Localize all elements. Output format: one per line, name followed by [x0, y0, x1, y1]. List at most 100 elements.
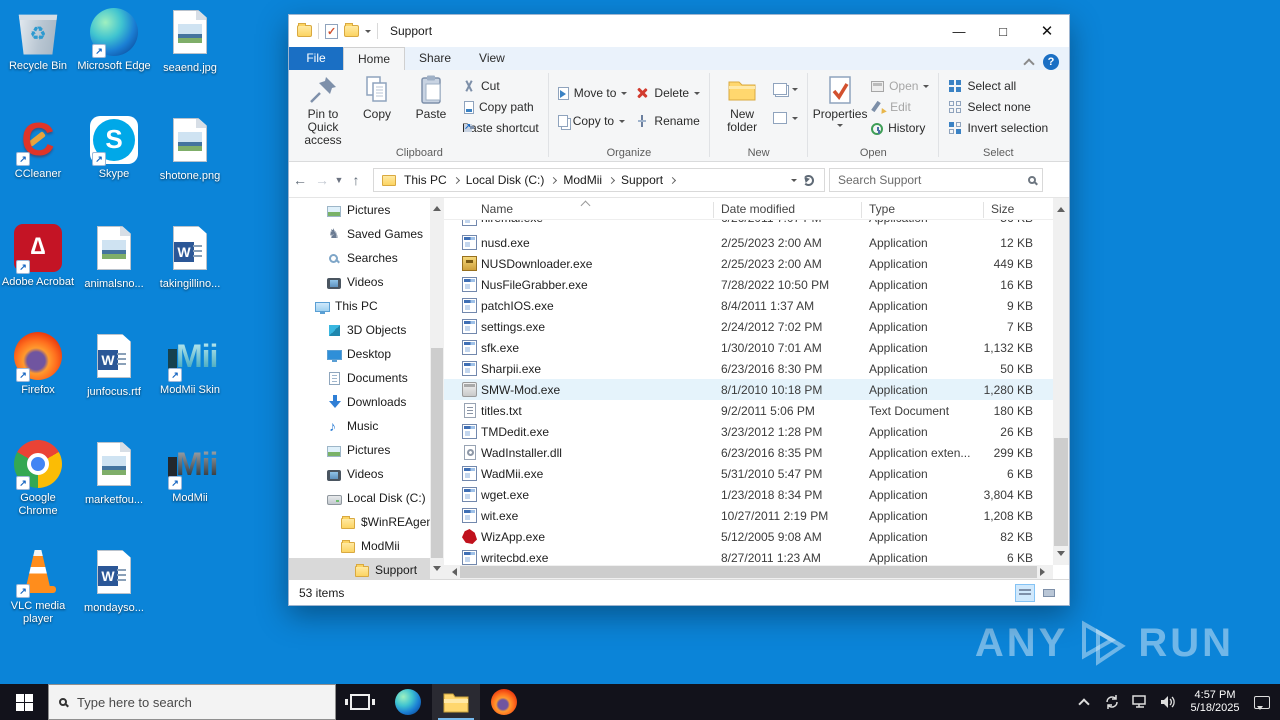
back-button[interactable]: ←: [289, 172, 311, 188]
desktop-icon[interactable]: marketfou...: [76, 436, 152, 544]
table-row[interactable]: SMW-Mod.exe 8/1/2010 10:18 PM Applicatio…: [444, 379, 1053, 400]
table-row[interactable]: hiremal.exe 6/26/2011 7:07 PM Applicatio…: [444, 220, 1053, 232]
tab-home[interactable]: Home: [343, 47, 406, 70]
table-row[interactable]: settings.exe 2/24/2012 7:02 PM Applicati…: [444, 316, 1053, 337]
copy-to-button[interactable]: Copy to: [554, 111, 632, 131]
breadcrumb-item[interactable]: Local Disk (C:): [462, 173, 549, 187]
nav-scrollbar-thumb[interactable]: [431, 348, 443, 558]
rename-button[interactable]: Rename: [631, 111, 704, 131]
desktop-icon[interactable]: takingillino...: [152, 220, 228, 328]
column-header-date-modified[interactable]: Date modified: [721, 202, 795, 216]
open-button[interactable]: Open: [867, 76, 933, 96]
file-list-horizontal-scrollbar[interactable]: [444, 565, 1053, 579]
column-header-type[interactable]: Type: [869, 202, 895, 216]
move-to-button[interactable]: Move to: [554, 83, 632, 103]
column-divider[interactable]: [983, 202, 984, 218]
refresh-icon[interactable]: [803, 174, 814, 186]
tray-expand-button[interactable]: [1072, 684, 1096, 720]
recent-locations-chevron-icon[interactable]: ▼: [333, 175, 345, 185]
nav-item[interactable]: Searches: [289, 246, 430, 270]
nav-item[interactable]: Videos: [289, 270, 430, 294]
column-divider[interactable]: [861, 202, 862, 218]
table-row[interactable]: wget.exe 1/23/2018 8:34 PM Application 3…: [444, 484, 1053, 505]
copy-path-button[interactable]: Copy path: [458, 97, 543, 117]
desktop-icon[interactable]: Google Chrome: [0, 436, 76, 544]
details-view-button[interactable]: [1015, 583, 1035, 602]
history-button[interactable]: History: [867, 118, 933, 138]
desktop-icon[interactable]: Adobe Acrobat: [0, 220, 76, 328]
nav-item[interactable]: Downloads: [289, 390, 430, 414]
nav-item[interactable]: $WinREAgent: [289, 510, 430, 534]
nav-item[interactable]: Saved Games: [289, 222, 430, 246]
file-list-vertical-scrollbar[interactable]: [1053, 198, 1069, 565]
search-box[interactable]: [829, 168, 1043, 192]
new-item-button[interactable]: [769, 79, 802, 99]
select-all-button[interactable]: Select all: [944, 76, 1052, 96]
nav-item[interactable]: ModMii: [289, 534, 430, 558]
desktop-icon[interactable]: shotone.png: [152, 112, 228, 220]
up-button[interactable]: ↑: [345, 172, 367, 188]
h-scrollbar-thumb[interactable]: [460, 566, 1037, 578]
delete-button[interactable]: Delete: [631, 83, 704, 103]
minimize-button[interactable]: —: [937, 15, 981, 47]
nav-item[interactable]: Videos: [289, 462, 430, 486]
nav-item[interactable]: Support: [289, 558, 430, 579]
paste-shortcut-button[interactable]: Paste shortcut: [458, 118, 543, 138]
desktop-icon[interactable]: Firefox: [0, 328, 76, 436]
tray-sync-button[interactable]: [1100, 684, 1124, 720]
table-row[interactable]: titles.txt 9/2/2011 5:06 PM Text Documen…: [444, 400, 1053, 421]
copy-button[interactable]: Copy: [350, 71, 404, 145]
task-view-button[interactable]: [336, 684, 384, 720]
desktop-icon[interactable]: Skype: [76, 112, 152, 220]
paste-button[interactable]: Paste: [404, 71, 458, 145]
new-folder-button[interactable]: New folder: [715, 71, 769, 145]
close-button[interactable]: ✕: [1025, 15, 1069, 47]
nav-item[interactable]: Pictures: [289, 198, 430, 222]
tab-file[interactable]: File: [289, 47, 343, 70]
table-row[interactable]: WizApp.exe 5/12/2005 9:08 AM Application…: [444, 526, 1053, 547]
desktop-icon[interactable]: animalsno...: [76, 220, 152, 328]
desktop-icon[interactable]: CCleaner: [0, 112, 76, 220]
select-none-button[interactable]: Select none: [944, 97, 1052, 117]
breadcrumb-item[interactable]: This PC: [400, 173, 451, 187]
table-row[interactable]: nusd.exe 2/25/2023 2:00 AM Application 1…: [444, 232, 1053, 253]
search-input[interactable]: [836, 172, 1028, 188]
table-row[interactable]: WadInstaller.dll 6/23/2016 8:35 PM Appli…: [444, 442, 1053, 463]
action-center-button[interactable]: [1250, 684, 1274, 720]
table-row[interactable]: sfk.exe 1/30/2010 7:01 AM Application 1,…: [444, 337, 1053, 358]
tab-share[interactable]: Share: [405, 47, 465, 70]
forward-button[interactable]: →: [311, 172, 333, 188]
taskbar-explorer-button[interactable]: [432, 684, 480, 720]
nav-item[interactable]: Local Disk (C:): [289, 486, 430, 510]
pin-to-quick-access-button[interactable]: Pin to Quick access: [296, 71, 350, 147]
scroll-up-icon[interactable]: [433, 202, 441, 211]
maximize-button[interactable]: □: [981, 15, 1025, 47]
network-button[interactable]: [1128, 684, 1152, 720]
desktop-icon[interactable]: mondayso...: [76, 544, 152, 652]
table-row[interactable]: NUSDownloader.exe 2/25/2023 2:00 AM Appl…: [444, 253, 1053, 274]
table-row[interactable]: TMDedit.exe 3/23/2012 1:28 PM Applicatio…: [444, 421, 1053, 442]
help-icon[interactable]: [1043, 54, 1059, 70]
file-scrollbar-thumb[interactable]: [1054, 438, 1068, 546]
nav-item[interactable]: 3D Objects: [289, 318, 430, 342]
properties-button[interactable]: Properties: [813, 71, 867, 145]
scroll-left-icon[interactable]: [448, 568, 457, 576]
desktop-icon[interactable]: junfocus.rtf: [76, 328, 152, 436]
table-row[interactable]: Sharpii.exe 6/23/2016 8:30 PM Applicatio…: [444, 358, 1053, 379]
nav-item[interactable]: This PC: [289, 294, 430, 318]
scroll-up-icon[interactable]: [1057, 203, 1065, 212]
start-button[interactable]: [0, 684, 48, 720]
desktop-icon[interactable]: Recycle Bin: [0, 4, 76, 112]
column-divider[interactable]: [713, 202, 714, 218]
table-row[interactable]: NusFileGrabber.exe 7/28/2022 10:50 PM Ap…: [444, 274, 1053, 295]
breadcrumb-item[interactable]: Support: [617, 173, 667, 187]
scroll-down-icon[interactable]: [433, 566, 441, 575]
collapse-ribbon-icon[interactable]: [1023, 58, 1035, 70]
nav-item[interactable]: Desktop: [289, 342, 430, 366]
edit-button[interactable]: Edit: [867, 97, 933, 117]
desktop-icon[interactable]: seaend.jpg: [152, 4, 228, 112]
desktop-icon[interactable]: VLC media player: [0, 544, 76, 652]
invert-selection-button[interactable]: Invert selection: [944, 118, 1052, 138]
scroll-down-icon[interactable]: [1057, 551, 1065, 560]
table-row[interactable]: WadMii.exe 5/31/2010 5:47 PM Application…: [444, 463, 1053, 484]
